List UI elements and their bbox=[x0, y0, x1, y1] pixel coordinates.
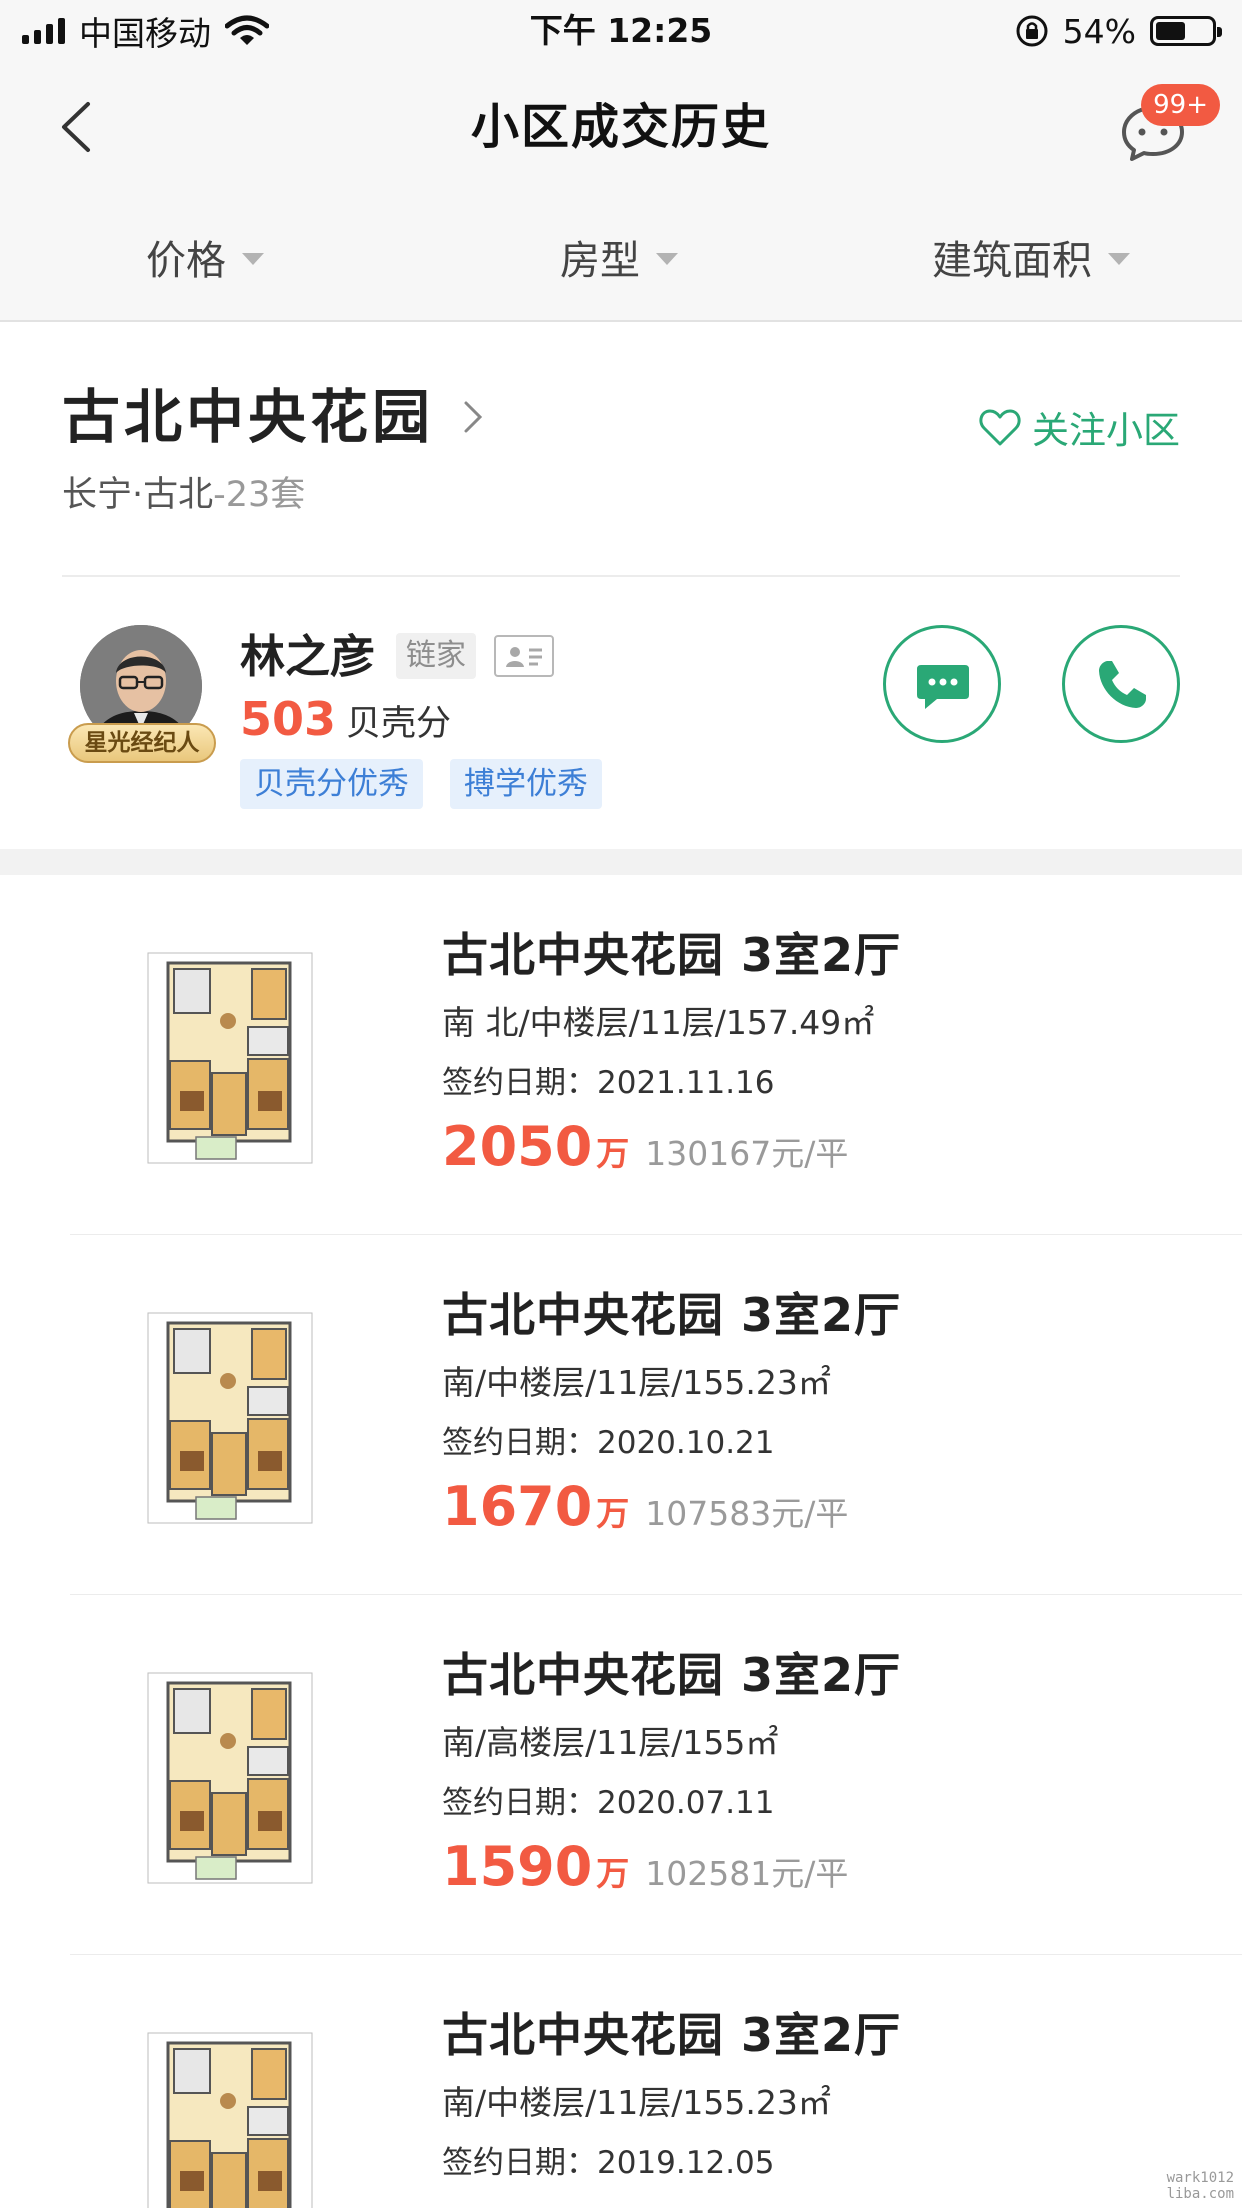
agent-score: 503 贝壳分 bbox=[240, 692, 451, 746]
filter-label: 建筑面积 bbox=[932, 238, 1092, 284]
community-header: 古北中央花园 长宁·古北-23套 关注小区 bbox=[0, 322, 1242, 577]
follow-community-button[interactable]: 关注小区 bbox=[978, 400, 1180, 454]
community-location: 长宁·古北 bbox=[62, 475, 214, 515]
date-value: 2020.10.21 bbox=[597, 1425, 775, 1461]
agent-name: 林之彦 bbox=[240, 630, 376, 683]
filter-label: 房型 bbox=[560, 238, 640, 284]
listing-spec: 南/高楼层/11层/155㎡ bbox=[442, 1723, 779, 1762]
floor-plan-image bbox=[140, 1661, 320, 1893]
filter-layout[interactable]: 房型 bbox=[560, 232, 678, 284]
date-label: 签约日期： bbox=[442, 1425, 597, 1461]
listing-date: 签约日期：2020.07.11 bbox=[442, 1780, 775, 1826]
chat-dots-icon bbox=[917, 665, 969, 709]
battery-percent: 54% bbox=[1062, 11, 1136, 51]
agent-card[interactable]: 星光经纪人 林之彦 链家 503 贝壳分 贝壳分优秀 搏学优秀 bbox=[0, 577, 1242, 849]
listing-spec: 南/中楼层/11层/155.23㎡ bbox=[442, 1363, 831, 1402]
listing-title: 古北中央花园 3室2厅 bbox=[442, 2008, 902, 2062]
orientation-lock-icon bbox=[1016, 15, 1048, 47]
filter-bar: 价格 房型 建筑面积 bbox=[0, 192, 1242, 322]
status-right: 54% bbox=[1015, 8, 1222, 54]
price-unit: 万 bbox=[596, 1854, 630, 1893]
community-name[interactable]: 古北中央花园 bbox=[62, 377, 434, 457]
filter-price[interactable]: 价格 bbox=[146, 232, 264, 284]
listing-item[interactable]: 古北中央花园 3室2厅 南/中楼层/11层/155.23㎡ 签约日期：2019.… bbox=[0, 1955, 1242, 2208]
message-badge: 99+ bbox=[1141, 84, 1220, 126]
listing-price: 1670 万 107583元/平 bbox=[442, 1475, 848, 1538]
listing-item[interactable]: 古北中央花园 3室2厅 南/高楼层/11层/155㎡ 签约日期：2020.07.… bbox=[0, 1595, 1242, 1956]
status-bar: 中国移动 下午 12:25 54% bbox=[0, 0, 1242, 62]
listing-date: 签约日期：2020.10.21 bbox=[442, 1420, 775, 1466]
agent-tag: 搏学优秀 bbox=[450, 759, 602, 809]
total-price: 1670 bbox=[442, 1475, 593, 1538]
watermark-line: wark1012 bbox=[1166, 2170, 1234, 2186]
heart-outline-icon bbox=[979, 409, 1021, 446]
listing-title: 古北中央花园 3室2厅 bbox=[442, 1648, 902, 1702]
filter-label: 价格 bbox=[146, 238, 226, 284]
star-agent-badge: 星光经纪人 bbox=[68, 723, 216, 763]
floor-plan-image bbox=[140, 1301, 320, 1533]
chevron-right-icon[interactable] bbox=[460, 397, 488, 437]
floor-plan-image bbox=[140, 941, 320, 1173]
score-label: 贝壳分 bbox=[346, 704, 452, 744]
chat-button[interactable] bbox=[883, 625, 1001, 743]
watermark-line: liba.com bbox=[1166, 2186, 1234, 2202]
section-gap bbox=[0, 849, 1242, 875]
caret-down-icon bbox=[1108, 253, 1130, 265]
listing-spec: 南/中楼层/11层/155.23㎡ bbox=[442, 2083, 831, 2122]
listing-date: 签约日期：2021.11.16 bbox=[442, 1060, 775, 1106]
community-subtitle: 长宁·古北-23套 bbox=[62, 470, 305, 520]
community-count: -23套 bbox=[213, 475, 306, 515]
date-label: 签约日期： bbox=[442, 1785, 597, 1821]
brand-tag: 链家 bbox=[396, 633, 476, 679]
date-value: 2020.07.11 bbox=[597, 1785, 775, 1821]
total-price: 2050 bbox=[442, 1115, 593, 1178]
filter-area[interactable]: 建筑面积 bbox=[932, 232, 1130, 284]
nav-bar: 小区成交历史 99+ bbox=[0, 62, 1242, 192]
call-button[interactable] bbox=[1062, 625, 1180, 743]
listing-price: 1590 万 102581元/平 bbox=[442, 1835, 848, 1898]
date-label: 签约日期： bbox=[442, 1065, 597, 1101]
phone-icon bbox=[1099, 661, 1146, 708]
unit-price: 130167元/平 bbox=[645, 1134, 849, 1173]
listing-date: 签约日期：2019.12.05 bbox=[442, 2140, 775, 2186]
listing-title: 古北中央花园 3室2厅 bbox=[442, 1288, 902, 1342]
agent-tag: 贝壳分优秀 bbox=[240, 759, 423, 809]
app-screen: 中国移动 下午 12:25 54% 小区成交历史 99+ 价格 房型 建筑面积 … bbox=[0, 0, 1242, 2208]
date-value: 2019.12.05 bbox=[597, 2145, 775, 2181]
price-unit: 万 bbox=[596, 1134, 630, 1173]
total-price: 1590 bbox=[442, 1835, 593, 1898]
score-value: 503 bbox=[240, 692, 337, 746]
business-card-icon[interactable] bbox=[494, 635, 554, 677]
listing-spec: 南 北/中楼层/11层/157.49㎡ bbox=[442, 1003, 875, 1042]
watermark: wark1012 liba.com bbox=[1167, 2170, 1234, 2202]
date-value: 2021.11.16 bbox=[597, 1065, 775, 1101]
battery-icon bbox=[1150, 16, 1222, 46]
page-title: 小区成交历史 bbox=[470, 99, 771, 155]
price-unit: 万 bbox=[596, 1494, 630, 1533]
caret-down-icon bbox=[656, 253, 678, 265]
listing-item[interactable]: 古北中央花园 3室2厅 南 北/中楼层/11层/157.49㎡ 签约日期：202… bbox=[0, 875, 1242, 1236]
caret-down-icon bbox=[242, 253, 264, 265]
date-label: 签约日期： bbox=[442, 2145, 597, 2181]
listing-title: 古北中央花园 3室2厅 bbox=[442, 928, 902, 982]
follow-label: 关注小区 bbox=[1032, 409, 1180, 452]
listing-item[interactable]: 古北中央花园 3室2厅 南/中楼层/11层/155.23㎡ 签约日期：2020.… bbox=[0, 1235, 1242, 1596]
unit-price: 107583元/平 bbox=[645, 1494, 849, 1533]
unit-price: 102581元/平 bbox=[645, 1854, 849, 1893]
listing-price: 2050 万 130167元/平 bbox=[442, 1115, 848, 1178]
floor-plan-image bbox=[140, 2021, 320, 2208]
